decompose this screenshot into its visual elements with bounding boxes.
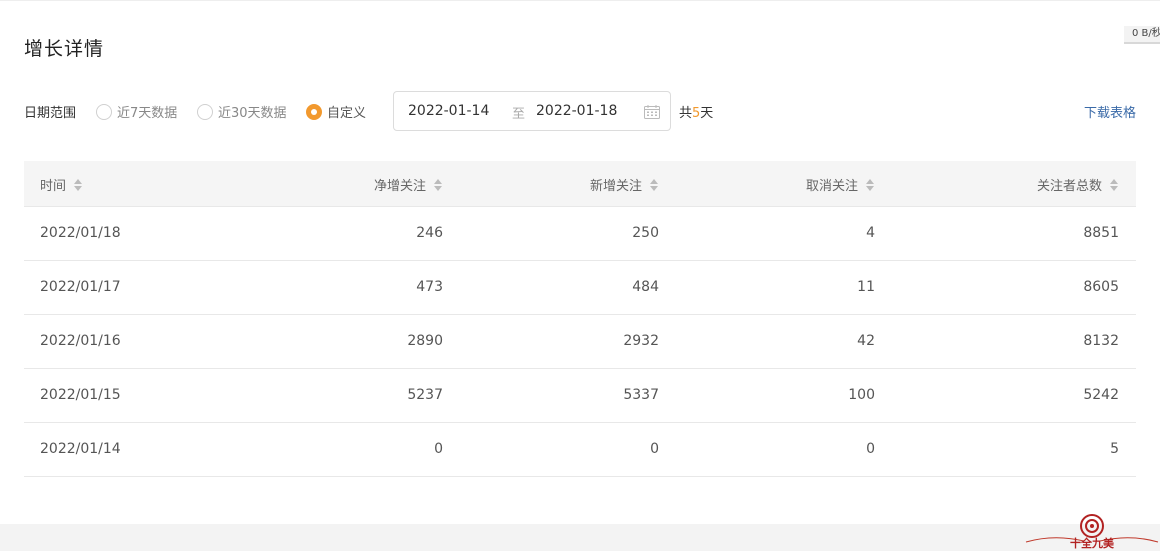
date-range-picker[interactable]: 2022-01-14 至 2022-01-18 <box>393 91 671 131</box>
cell-unfollow: 42 <box>857 333 875 349</box>
radio-checked-icon <box>306 103 322 120</box>
cell-new-follow: 5337 <box>623 387 659 403</box>
end-date-input[interactable]: 2022-01-18 <box>536 103 617 119</box>
cell-total-followers: 8132 <box>1083 333 1119 349</box>
cell-net-follow: 2890 <box>407 333 443 349</box>
cell-unfollow: 4 <box>866 225 875 241</box>
cell-time: 2022/01/14 <box>40 441 121 457</box>
cell-net-follow: 473 <box>416 279 443 295</box>
radio-label: 近30天数据 <box>218 106 287 121</box>
radio-label: 自定义 <box>327 106 367 121</box>
table-row: 2022/01/18 246 250 4 8851 <box>24 207 1136 261</box>
sort-icon[interactable] <box>650 178 658 191</box>
radio-custom[interactable]: 自定义 <box>306 102 366 121</box>
cell-total-followers: 8851 <box>1083 225 1119 241</box>
cell-unfollow: 0 <box>866 441 875 457</box>
radio-circle-icon <box>197 103 213 120</box>
date-range-label: 日期范围 <box>24 106 77 121</box>
table-row: 2022/01/17 473 484 11 8605 <box>24 261 1136 315</box>
sort-icon[interactable] <box>1110 178 1118 191</box>
cell-time: 2022/01/17 <box>40 279 121 295</box>
radio-last-30-days[interactable]: 近30天数据 <box>197 102 287 121</box>
table-header: 时间 净增关注 新增关注 取消关注 关注者总数 <box>24 161 1136 207</box>
column-header-unfollow[interactable]: 取消关注 <box>806 175 874 194</box>
date-filter-bar: 日期范围 近7天数据 近30天数据 自定义 2022-01-14 至 2022-… <box>24 91 1136 131</box>
sort-icon[interactable] <box>434 178 442 191</box>
table-row: 2022/01/14 0 0 0 5 <box>24 423 1136 477</box>
radio-label: 近7天数据 <box>117 106 178 121</box>
cell-time: 2022/01/18 <box>40 225 121 241</box>
column-header-label: 新增关注 <box>589 179 642 194</box>
cell-total-followers: 8605 <box>1083 279 1119 295</box>
calendar-icon[interactable] <box>644 105 660 119</box>
growth-table: 时间 净增关注 新增关注 取消关注 关注者总数 2022/01/18 246 2… <box>24 161 1136 477</box>
total-days-text: 共5天 <box>679 102 713 121</box>
cell-total-followers: 5242 <box>1083 387 1119 403</box>
cell-new-follow: 484 <box>632 279 659 295</box>
radio-last-7-days[interactable]: 近7天数据 <box>96 102 177 121</box>
date-separator: 至 <box>512 107 526 122</box>
watermark-logo-icon: 十全九美 <box>1025 514 1159 550</box>
cell-net-follow: 0 <box>434 441 443 457</box>
cell-new-follow: 0 <box>650 441 659 457</box>
column-header-new-follow[interactable]: 新增关注 <box>590 175 658 194</box>
column-header-label: 取消关注 <box>805 179 858 194</box>
start-date-input[interactable]: 2022-01-14 <box>408 103 489 119</box>
cell-unfollow: 11 <box>857 279 875 295</box>
column-header-label: 时间 <box>40 179 67 194</box>
cell-time: 2022/01/16 <box>40 333 121 349</box>
watermark-text: 十全九美 <box>1070 536 1115 550</box>
column-header-time[interactable]: 时间 <box>40 175 83 194</box>
cell-new-follow: 2932 <box>623 333 659 349</box>
cell-net-follow: 5237 <box>407 387 443 403</box>
column-header-total-followers[interactable]: 关注者总数 <box>1037 175 1118 194</box>
top-divider <box>0 0 1160 1</box>
total-prefix: 共 <box>679 106 693 121</box>
column-header-net-follow[interactable]: 净增关注 <box>374 175 442 194</box>
radio-circle-icon <box>96 103 112 120</box>
table-row: 2022/01/15 5237 5337 100 5242 <box>24 369 1136 423</box>
download-table-link[interactable]: 下载表格 <box>1084 102 1136 121</box>
footer-band <box>0 524 1160 551</box>
cell-time: 2022/01/15 <box>40 387 121 403</box>
table-row: 2022/01/16 2890 2932 42 8132 <box>24 315 1136 369</box>
cell-net-follow: 246 <box>416 225 443 241</box>
network-speed-badge: 0 B/秒 <box>1124 26 1160 44</box>
sort-icon[interactable] <box>866 178 874 191</box>
page-title: 增长详情 <box>24 38 105 60</box>
column-header-label: 关注者总数 <box>1036 179 1102 194</box>
sort-icon[interactable] <box>74 178 83 191</box>
cell-new-follow: 250 <box>632 225 659 241</box>
column-header-label: 净增关注 <box>373 179 426 194</box>
cell-total-followers: 5 <box>1110 441 1119 457</box>
cell-unfollow: 100 <box>848 387 875 403</box>
total-suffix: 天 <box>700 106 714 121</box>
